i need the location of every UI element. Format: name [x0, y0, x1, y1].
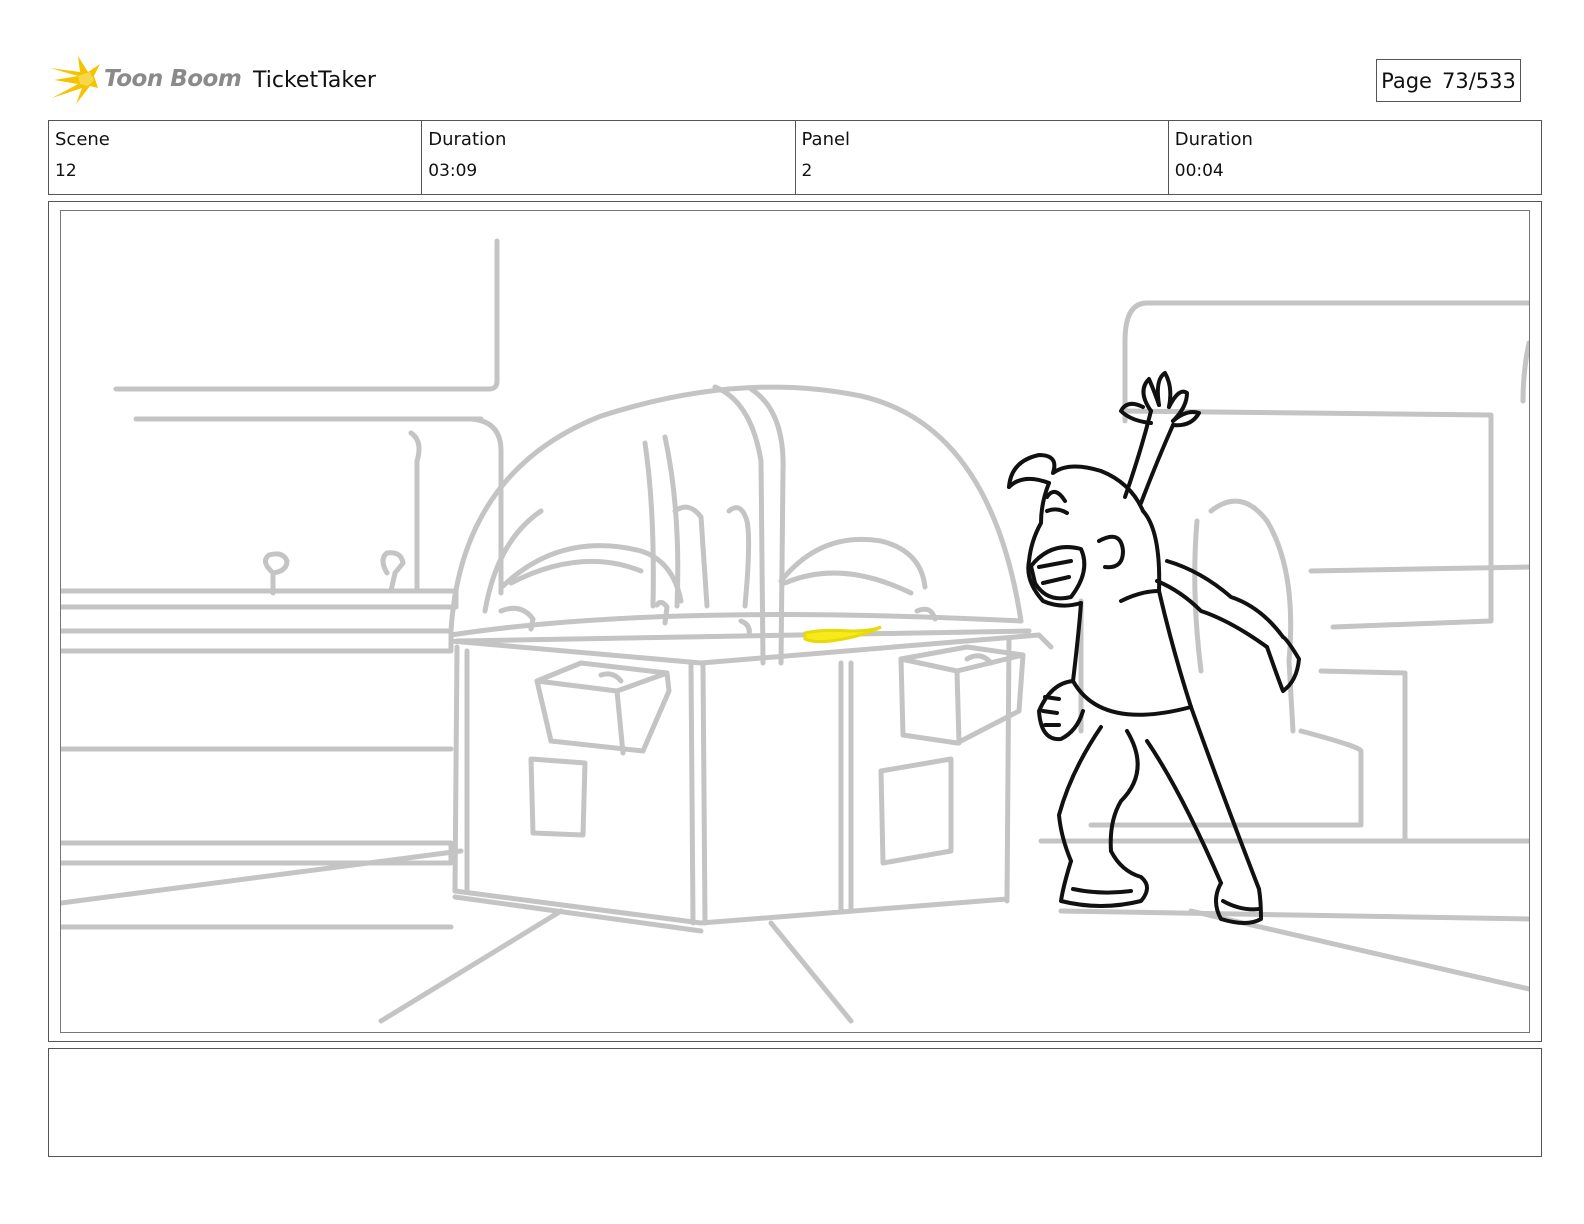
storyboard-panel-image: [60, 210, 1530, 1033]
toon-boom-logo: Toon Boom: [48, 54, 242, 106]
panel-sketch: [61, 238, 1529, 1024]
panel-label: Panel: [801, 129, 851, 150]
panel-cell: Panel 2: [796, 121, 1169, 194]
panel-duration-value: 00:04: [1174, 161, 1224, 181]
page-label: Page: [1381, 68, 1432, 93]
scene-value: 12: [55, 161, 77, 181]
storyboard-panel-frame: [48, 201, 1542, 1042]
project-title: TicketTaker: [253, 68, 376, 93]
panel-value: 2: [801, 161, 813, 181]
background-sketch: [61, 238, 1529, 1024]
starburst-logo-icon: [50, 56, 100, 104]
panel-duration-cell: Duration 00:04: [1169, 121, 1541, 194]
page-indicator: Page 73/533: [1376, 59, 1521, 102]
scene-info-table: Scene 12 Duration 03:09 Panel 2 Duration…: [48, 120, 1542, 195]
panel-duration-label: Duration: [1174, 129, 1253, 150]
scene-duration-cell: Duration 03:09: [422, 121, 796, 194]
scene-cell: Scene 12: [49, 121, 423, 194]
logo-text: Toon Boom: [104, 66, 242, 92]
scene-label: Scene: [55, 129, 110, 150]
page-number: 73/533: [1441, 68, 1516, 93]
storyboard-header: Toon Boom TicketTaker Page 73/533: [48, 52, 1542, 110]
panel-notes-box[interactable]: [48, 1048, 1542, 1157]
scene-duration-value: 03:09: [428, 161, 478, 181]
scene-duration-label: Duration: [428, 129, 507, 150]
